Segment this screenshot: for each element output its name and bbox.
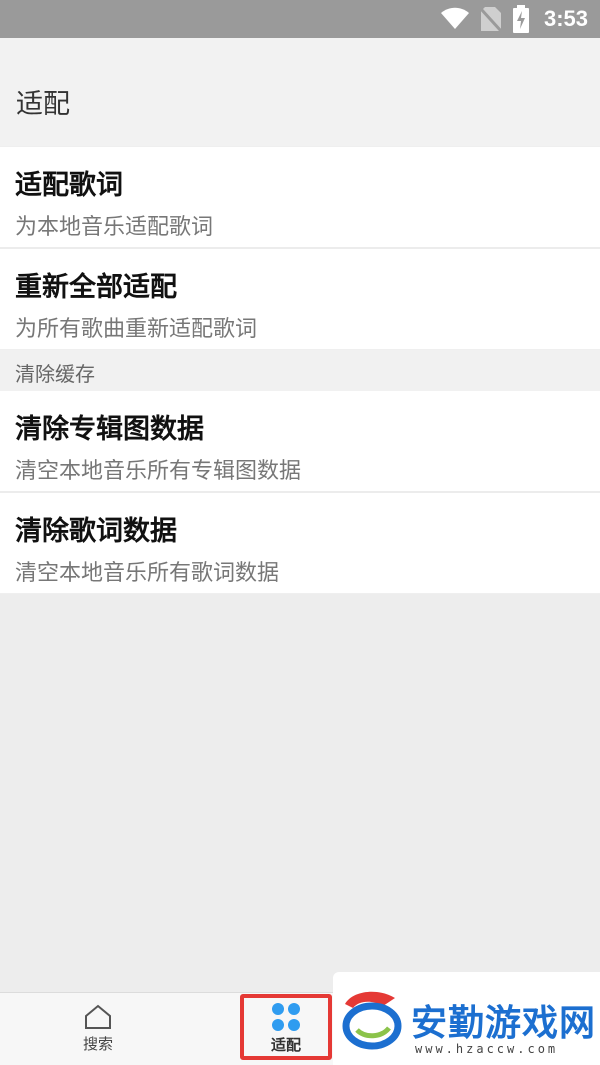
- section-header-clear-cache: 清除缓存: [0, 350, 600, 391]
- item-title: 清除歌词数据: [15, 516, 177, 547]
- item-title: 适配歌词: [15, 170, 123, 201]
- clear-lyrics-item[interactable]: 清除歌词数据 清空本地音乐所有歌词数据: [0, 493, 600, 593]
- wifi-icon: [440, 7, 469, 29]
- nav-tab-adapt[interactable]: 适配: [240, 993, 332, 1065]
- section-header-label: 清除缓存: [15, 362, 95, 386]
- battery-charging-icon: [512, 5, 529, 33]
- page-header: 适配: [0, 38, 600, 146]
- status-time: 3:53: [543, 6, 588, 31]
- item-subtitle: 为所有歌曲重新适配歌词: [15, 317, 258, 342]
- watermark-logo-icon: [342, 991, 402, 1050]
- item-title: 重新全部适配: [15, 272, 177, 303]
- item-subtitle: 为本地音乐适配歌词: [15, 215, 214, 240]
- empty-content-area: [0, 594, 600, 992]
- nav-tab-search[interactable]: 搜索: [38, 993, 158, 1065]
- no-sim-icon: [479, 7, 502, 32]
- item-title: 清除专辑图数据: [15, 414, 204, 445]
- item-subtitle: 清空本地音乐所有歌词数据: [15, 561, 280, 586]
- readapt-all-item[interactable]: 重新全部适配 为所有歌曲重新适配歌词: [0, 249, 600, 349]
- clear-album-art-item[interactable]: 清除专辑图数据 清空本地音乐所有专辑图数据: [0, 391, 600, 491]
- watermark-url: www.hzaccw.com: [415, 1042, 559, 1056]
- nav-label-adapt: 适配: [270, 1036, 301, 1054]
- status-icons: 3:53: [440, 0, 588, 38]
- nav-label-search: 搜索: [82, 1035, 113, 1053]
- item-subtitle: 清空本地音乐所有专辑图数据: [15, 459, 302, 484]
- page-title: 适配: [16, 89, 70, 120]
- adapt-lyrics-item[interactable]: 适配歌词 为本地音乐适配歌词: [0, 147, 600, 247]
- status-bar: 3:53: [0, 0, 600, 38]
- watermark-text: 安勤游戏网: [411, 1003, 597, 1044]
- watermark: 安勤游戏网 www.hzaccw.com: [333, 972, 600, 1065]
- grid-dots-icon: [272, 1003, 300, 1031]
- home-icon: [85, 1004, 111, 1029]
